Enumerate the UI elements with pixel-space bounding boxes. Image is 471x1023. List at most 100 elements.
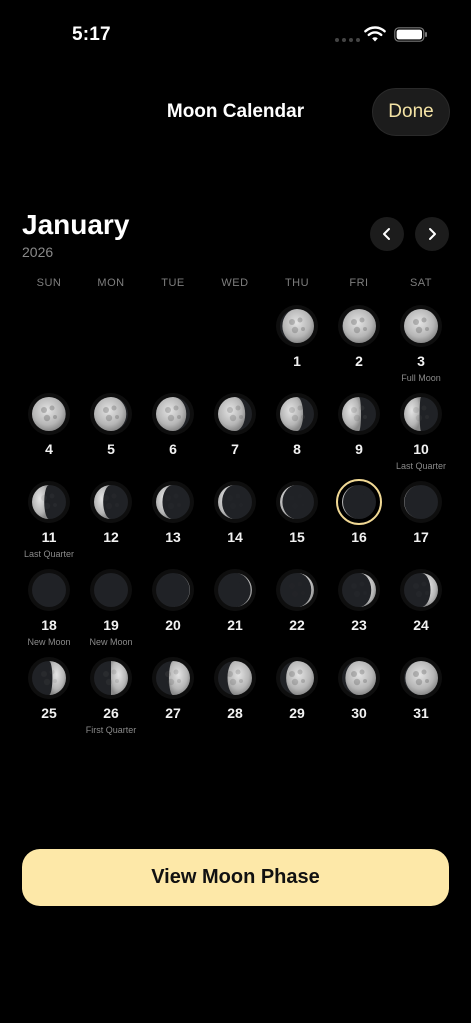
day-number: 31 <box>413 705 429 721</box>
moon-thumbnail <box>338 657 380 699</box>
day-number: 7 <box>231 441 239 457</box>
moon-phase-icon <box>156 573 190 607</box>
moon-phase-icon <box>218 485 252 519</box>
moon-phase-icon <box>94 573 128 607</box>
day-number: 8 <box>293 441 301 457</box>
moon-phase-icon <box>32 661 66 695</box>
day-cell[interactable]: 28 <box>204 657 266 745</box>
day-cell[interactable]: 31 <box>390 657 452 745</box>
moon-thumbnail <box>276 393 318 435</box>
chevron-right-icon <box>429 228 436 240</box>
weekday-label: SUN <box>36 277 62 289</box>
day-number: 2 <box>355 353 363 369</box>
cellular-signal-icon <box>335 38 360 42</box>
day-number: 30 <box>351 705 367 721</box>
day-cell[interactable]: 27 <box>142 657 204 745</box>
day-cell[interactable]: 26 First Quarter <box>80 657 142 745</box>
moon-thumbnail <box>400 657 442 699</box>
view-moon-phase-button[interactable]: View Moon Phase <box>22 849 449 906</box>
weekday-label: MON <box>97 277 125 289</box>
day-cell[interactable]: 30 <box>328 657 390 745</box>
day-cell[interactable]: 16 <box>328 479 390 569</box>
phase-label: Full Moon <box>401 373 441 383</box>
moon-phase-icon <box>280 397 314 431</box>
day-cell[interactable]: 5 <box>80 393 142 481</box>
day-number: 18 <box>41 617 57 633</box>
weekday-label: SAT <box>409 277 433 289</box>
day-cell[interactable]: 23 <box>328 569 390 657</box>
day-cell[interactable]: 22 <box>266 569 328 657</box>
day-cell[interactable]: 3 Full Moon <box>390 305 452 393</box>
day-cell[interactable]: 11 Last Quarter <box>18 481 80 569</box>
moon-thumbnail <box>276 657 318 699</box>
moon-thumbnail <box>28 569 70 611</box>
day-number: 22 <box>289 617 305 633</box>
day-cell[interactable]: 20 <box>142 569 204 657</box>
day-cell[interactable]: 8 <box>266 393 328 481</box>
day-number: 17 <box>413 529 429 545</box>
day-cell[interactable]: 29 <box>266 657 328 745</box>
day-number: 24 <box>413 617 429 633</box>
day-number: 28 <box>227 705 243 721</box>
moon-thumbnail <box>90 481 132 523</box>
moon-phase-icon <box>94 397 128 431</box>
day-cell[interactable]: 25 <box>18 657 80 745</box>
day-number: 27 <box>165 705 181 721</box>
moon-phase-icon <box>280 573 314 607</box>
day-cell[interactable]: 4 <box>18 393 80 481</box>
moon-thumbnail <box>152 481 194 523</box>
day-number: 1 <box>293 353 301 369</box>
day-cell[interactable]: 15 <box>266 481 328 569</box>
moon-phase-icon <box>156 397 190 431</box>
phase-label: First Quarter <box>85 725 137 735</box>
day-cell[interactable]: 21 <box>204 569 266 657</box>
moon-thumbnail <box>276 569 318 611</box>
day-number: 25 <box>41 705 57 721</box>
weekday-label: FRI <box>349 277 369 289</box>
day-cell[interactable]: 13 <box>142 481 204 569</box>
day-number: 12 <box>103 529 119 545</box>
day-number: 11 <box>41 529 57 545</box>
moon-thumbnail <box>28 657 70 699</box>
day-cell[interactable]: 10 Last Quarter <box>390 393 452 481</box>
day-number: 21 <box>227 617 243 633</box>
day-cell[interactable]: 2 <box>328 305 390 393</box>
day-number: 15 <box>289 529 305 545</box>
done-button[interactable]: Done <box>372 88 450 136</box>
previous-month-button[interactable] <box>370 217 404 251</box>
phase-label: Last Quarter <box>395 461 447 471</box>
moon-phase-icon <box>32 485 66 519</box>
moon-thumbnail <box>90 393 132 435</box>
moon-thumbnail <box>90 657 132 699</box>
day-cell[interactable]: 1 <box>266 305 328 393</box>
calendar-grid: 1 2 3 Full Moon 4 5 6 7 8 9 10 Last Quarter 11 Last Q… <box>18 305 452 755</box>
moon-phase-icon <box>342 485 376 519</box>
moon-phase-icon <box>32 397 66 431</box>
next-month-button[interactable] <box>415 217 449 251</box>
day-number: 6 <box>169 441 177 457</box>
moon-phase-icon <box>94 485 128 519</box>
day-number: 16 <box>351 529 367 545</box>
day-number: 14 <box>227 529 243 545</box>
moon-phase-icon <box>404 661 438 695</box>
selected-day-ring <box>336 479 382 525</box>
moon-thumbnail <box>152 569 194 611</box>
moon-phase-icon <box>156 485 190 519</box>
status-bar: 5:17 <box>0 0 471 60</box>
day-cell[interactable]: 14 <box>204 481 266 569</box>
day-cell[interactable]: 9 <box>328 393 390 481</box>
weekday-label: THU <box>284 277 310 289</box>
day-cell[interactable]: 7 <box>204 393 266 481</box>
moon-phase-icon <box>342 573 376 607</box>
day-number: 26 <box>103 705 119 721</box>
day-cell[interactable]: 6 <box>142 393 204 481</box>
moon-thumbnail <box>214 393 256 435</box>
status-time: 5:17 <box>72 24 111 45</box>
day-cell[interactable]: 24 <box>390 569 452 657</box>
day-cell[interactable]: 17 <box>390 481 452 569</box>
day-cell[interactable]: 18 New Moon <box>18 569 80 657</box>
day-cell[interactable]: 12 <box>80 481 142 569</box>
day-cell[interactable]: 19 New Moon <box>80 569 142 657</box>
moon-phase-icon <box>94 661 128 695</box>
wifi-icon <box>364 26 386 42</box>
